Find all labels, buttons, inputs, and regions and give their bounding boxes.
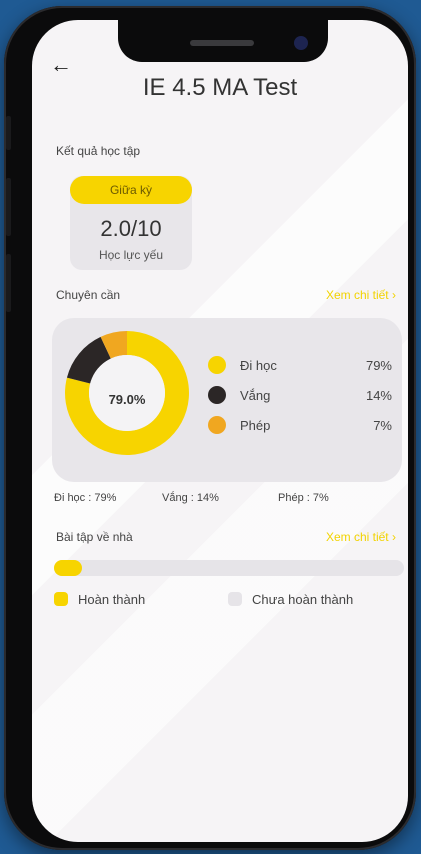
phone-side-button — [6, 178, 11, 236]
speaker-grille — [190, 40, 254, 46]
term-tab: Giữa kỳ — [70, 176, 192, 204]
app-screen: ← IE 4.5 MA Test Kết quả học tập Giữa kỳ… — [32, 20, 408, 842]
results-section-label: Kết quả học tập — [56, 144, 141, 158]
legend-done-label: Hoàn thành — [78, 592, 146, 607]
grade-score: 2.0/10 — [100, 216, 162, 241]
legend-dot — [208, 416, 226, 434]
attendance-detail-link-text: Xem chi tiết — [325, 288, 389, 302]
attendance-donut-chart: 79.0% — [62, 328, 192, 458]
legend-not-done: Chưa hoàn thành — [228, 592, 353, 607]
not-done-dot-icon — [228, 592, 242, 606]
grade-classification: Học lực yếu — [98, 248, 164, 262]
stat-absent: Vắng : 14% — [162, 492, 219, 504]
phone-side-button — [6, 116, 11, 150]
legend-label: Vắng — [240, 388, 271, 403]
grade-card[interactable]: Giữa kỳ 2.0/10 Học lực yếu — [70, 176, 192, 270]
page-title: IE 4.5 MA Test — [142, 74, 298, 101]
homework-progress-bar — [54, 560, 404, 576]
phone-notch — [118, 20, 328, 62]
legend-item-excused: Phép 7% — [208, 414, 392, 438]
attendance-section-label: Chuyên cần — [56, 288, 121, 302]
homework-detail-link[interactable]: Xem chi tiết › — [326, 530, 396, 544]
chevron-right-icon: › — [392, 288, 396, 302]
stat-excused: Phép : 7% — [278, 492, 329, 504]
legend-value: 79% — [365, 358, 392, 373]
phone-frame: ← IE 4.5 MA Test Kết quả học tập Giữa kỳ… — [4, 6, 416, 850]
legend-not-done-label: Chưa hoàn thành — [252, 592, 354, 607]
homework-section-label: Bài tập về nhà — [56, 530, 133, 544]
attendance-card: 79.0% Đi học 79% Vắng 14% Phép 7% — [52, 318, 402, 482]
chevron-right-icon: › — [392, 530, 396, 544]
stat-present: Đi học : 79% — [54, 492, 117, 504]
phone-side-button — [6, 254, 11, 312]
legend-item-present: Đi học 79% — [208, 354, 392, 378]
legend-label: Phép — [240, 418, 271, 433]
legend-done: Hoàn thành — [54, 592, 145, 607]
homework-progress-fill — [54, 560, 82, 576]
legend-dot — [208, 356, 226, 374]
camera-lens — [294, 36, 308, 50]
legend-dot — [208, 386, 226, 404]
done-dot-icon — [54, 592, 68, 606]
legend-value: 14% — [365, 388, 392, 403]
legend-value: 7% — [373, 418, 392, 433]
legend-label: Đi học — [240, 358, 277, 373]
legend-item-absent: Vắng 14% — [208, 384, 392, 408]
homework-detail-link-text: Xem chi tiết — [325, 530, 389, 544]
donut-center-label: 79.0% — [108, 392, 146, 407]
attendance-detail-link[interactable]: Xem chi tiết › — [326, 288, 396, 302]
